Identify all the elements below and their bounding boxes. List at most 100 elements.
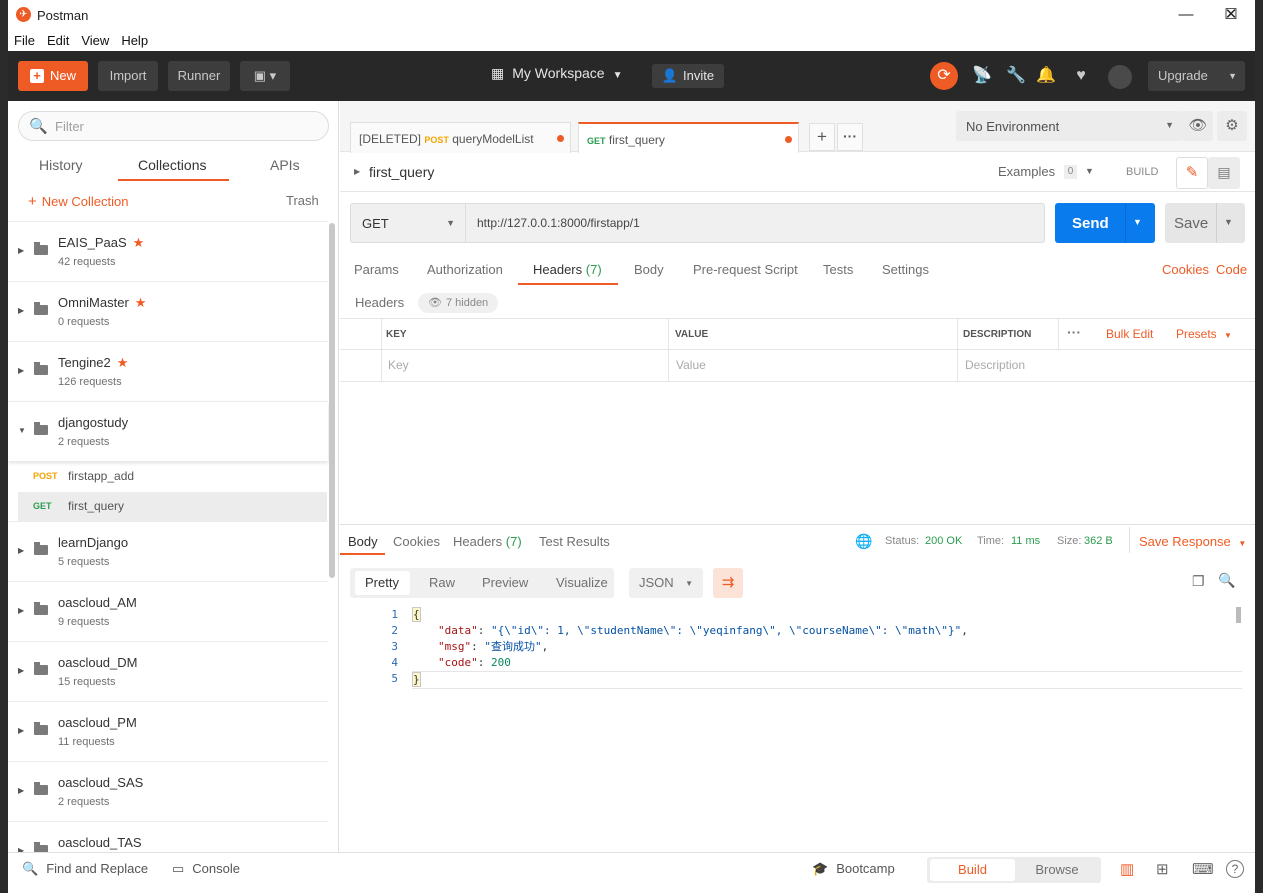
- edit-icon[interactable]: ✎: [1176, 157, 1208, 189]
- collection-item[interactable]: ▶ oascloud_AM 9 requests: [8, 581, 328, 641]
- bulk-edit-link[interactable]: Bulk Edit: [1106, 327, 1153, 341]
- collection-request-count: 0 requests: [58, 316, 110, 328]
- comments-icon[interactable]: ▤: [1208, 157, 1240, 189]
- save-response-dropdown[interactable]: Save Response ▼: [1139, 534, 1246, 549]
- view-raw[interactable]: Raw: [429, 575, 455, 590]
- save-button[interactable]: Save ▼: [1165, 203, 1245, 243]
- sidebar-scrollbar[interactable]: [329, 223, 335, 578]
- presets-dropdown[interactable]: Presets ▼: [1176, 327, 1232, 341]
- eye-icon[interactable]: 👁: [1183, 111, 1213, 141]
- response-body-editor[interactable]: 1 2 3 4 5 { "data": "{\"id\": 1, \"stude…: [350, 607, 1245, 847]
- request-tab[interactable]: [DELETED] POST queryModelList: [350, 122, 571, 153]
- more-icon[interactable]: ···: [1067, 324, 1081, 340]
- search-icon[interactable]: 🔍: [1218, 572, 1235, 589]
- menu-help[interactable]: Help: [121, 33, 148, 48]
- browse-mode-button[interactable]: Browse: [1015, 859, 1099, 881]
- request-item-first-query[interactable]: GET first_query: [18, 492, 327, 521]
- chevron-down-icon[interactable]: ▼: [1224, 217, 1233, 227]
- wrench-icon[interactable]: 🔧: [1004, 65, 1028, 89]
- new-window-button[interactable]: ▣ ▾: [240, 61, 290, 91]
- avatar[interactable]: [1108, 65, 1132, 89]
- build-mode-button[interactable]: Build: [930, 859, 1015, 881]
- collection-item[interactable]: ▶ oascloud_SAS 2 requests: [8, 761, 328, 821]
- editor-scrollbar[interactable]: [1236, 607, 1241, 623]
- trash-button[interactable]: Trash: [286, 193, 319, 208]
- workspace-selector[interactable]: ▦ My Workspace ▼: [491, 65, 622, 82]
- star-icon[interactable]: ★: [133, 235, 145, 250]
- view-pretty[interactable]: Pretty: [365, 575, 399, 590]
- star-icon[interactable]: ★: [135, 295, 147, 310]
- collection-item[interactable]: ▶ OmniMaster ★ 0 requests: [8, 281, 328, 341]
- menu-edit[interactable]: Edit: [47, 33, 69, 48]
- view-visualize[interactable]: Visualize: [556, 575, 608, 590]
- chevron-down-icon[interactable]: ▼: [1133, 217, 1142, 227]
- filter-input[interactable]: 🔍 Filter: [18, 111, 329, 141]
- star-icon[interactable]: ★: [117, 355, 129, 370]
- request-tab-active[interactable]: GET first_query: [578, 122, 799, 153]
- collection-item[interactable]: ▶ oascloud_DM 15 requests: [8, 641, 328, 701]
- response-tab-body[interactable]: Body: [348, 534, 378, 549]
- add-tab-icon[interactable]: +: [809, 123, 835, 151]
- satellite-icon[interactable]: 📡: [970, 65, 994, 89]
- url-input[interactable]: http://127.0.0.1:8000/firstapp/1: [477, 216, 640, 230]
- code-link[interactable]: Code: [1216, 262, 1247, 277]
- wrap-lines-icon[interactable]: ⇉: [713, 568, 743, 598]
- tab-authorization[interactable]: Authorization: [427, 262, 503, 277]
- heart-icon[interactable]: ♥: [1069, 65, 1093, 89]
- copy-icon[interactable]: ❐: [1192, 573, 1205, 590]
- tab-body[interactable]: Body: [634, 262, 664, 277]
- request-item-firstapp-add[interactable]: POST firstapp_add: [18, 462, 327, 491]
- collection-item[interactable]: ▶ Tengine2 ★ 126 requests: [8, 341, 328, 401]
- chevron-right-icon[interactable]: ▶: [354, 167, 360, 176]
- tab-params[interactable]: Params: [354, 262, 399, 277]
- console-button[interactable]: ▭ Console: [172, 861, 240, 877]
- find-replace-button[interactable]: 🔍 Find and Replace: [22, 861, 148, 877]
- tab-history[interactable]: History: [39, 157, 83, 173]
- menu-file[interactable]: File: [14, 33, 35, 48]
- request-title[interactable]: first_query: [369, 164, 434, 180]
- bootcamp-button[interactable]: 🎓 Bootcamp: [812, 861, 895, 877]
- import-button[interactable]: Import: [98, 61, 158, 91]
- two-pane-icon[interactable]: ▥: [1120, 860, 1134, 878]
- method-select[interactable]: GET ▼: [351, 204, 466, 242]
- new-collection-button[interactable]: + New Collection: [28, 193, 128, 210]
- format-select[interactable]: JSON ▼: [629, 568, 703, 598]
- collection-item[interactable]: ▶ oascloud_PM 11 requests: [8, 701, 328, 761]
- layout-icon[interactable]: ⊞: [1156, 860, 1169, 878]
- invite-button[interactable]: 👤 Invite: [652, 64, 724, 88]
- collection-item[interactable]: ▶ EAIS_PaaS ★ 42 requests: [8, 221, 328, 281]
- response-tab-headers[interactable]: Headers (7): [453, 534, 522, 549]
- examples-button[interactable]: Examples: [998, 164, 1055, 179]
- send-button[interactable]: Send ▼: [1055, 203, 1155, 243]
- response-tab-cookies[interactable]: Cookies: [393, 534, 440, 549]
- tab-settings[interactable]: Settings: [882, 262, 929, 277]
- close-icon[interactable]: ✕: [1217, 4, 1245, 26]
- tab-collections[interactable]: Collections: [138, 157, 206, 173]
- help-icon[interactable]: ?: [1226, 860, 1244, 878]
- menu-view[interactable]: View: [81, 33, 109, 48]
- globe-icon[interactable]: 🌐: [855, 533, 872, 550]
- runner-button[interactable]: Runner: [168, 61, 230, 91]
- gear-icon[interactable]: ⚙: [1217, 111, 1247, 141]
- keyboard-icon[interactable]: ⌨: [1192, 860, 1214, 878]
- view-preview[interactable]: Preview: [482, 575, 528, 590]
- tab-headers[interactable]: Headers (7): [533, 262, 602, 277]
- collection-item[interactable]: ▶ learnDjango 5 requests: [8, 521, 328, 581]
- tab-pre-request-script[interactable]: Pre-request Script: [693, 262, 798, 277]
- value-input[interactable]: Value: [676, 358, 706, 372]
- sync-icon[interactable]: ⟳: [930, 62, 958, 90]
- bell-icon[interactable]: 🔔: [1034, 65, 1058, 89]
- tab-tests[interactable]: Tests: [823, 262, 853, 277]
- collection-item[interactable]: ▼ djangostudy 2 requests: [8, 401, 328, 461]
- new-button[interactable]: + New: [18, 61, 88, 91]
- chevron-down-icon[interactable]: ▼: [1085, 166, 1094, 176]
- environment-select[interactable]: No Environment ▼: [956, 111, 1184, 141]
- tab-apis[interactable]: APIs: [270, 157, 300, 173]
- hidden-headers-toggle[interactable]: 👁 7 hidden: [418, 293, 499, 313]
- response-tab-test-results[interactable]: Test Results: [539, 534, 610, 549]
- upgrade-button[interactable]: Upgrade ▼: [1148, 61, 1245, 91]
- key-input[interactable]: Key: [388, 358, 409, 372]
- more-tabs-icon[interactable]: ···: [837, 123, 863, 151]
- cookies-link[interactable]: Cookies: [1162, 262, 1209, 277]
- description-input[interactable]: Description: [965, 358, 1025, 372]
